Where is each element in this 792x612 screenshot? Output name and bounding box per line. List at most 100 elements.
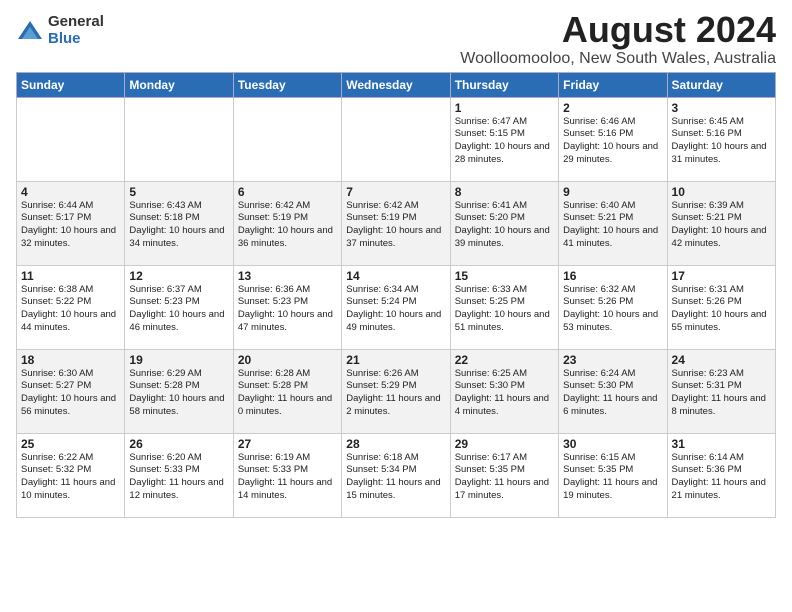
day-number: 27 bbox=[238, 437, 337, 451]
calendar-cell: 23Sunrise: 6:24 AM Sunset: 5:30 PM Dayli… bbox=[559, 349, 667, 433]
cell-content: Sunrise: 6:43 AM Sunset: 5:18 PM Dayligh… bbox=[129, 200, 228, 251]
cell-content: Sunrise: 6:41 AM Sunset: 5:20 PM Dayligh… bbox=[455, 200, 554, 251]
cell-content: Sunrise: 6:42 AM Sunset: 5:19 PM Dayligh… bbox=[238, 200, 337, 251]
calendar-cell bbox=[233, 97, 341, 181]
calendar-cell: 2Sunrise: 6:46 AM Sunset: 5:16 PM Daylig… bbox=[559, 97, 667, 181]
cell-content: Sunrise: 6:34 AM Sunset: 5:24 PM Dayligh… bbox=[346, 284, 445, 335]
header-friday: Friday bbox=[559, 72, 667, 97]
header-saturday: Saturday bbox=[667, 72, 775, 97]
calendar-cell: 1Sunrise: 6:47 AM Sunset: 5:15 PM Daylig… bbox=[450, 97, 558, 181]
calendar-cell: 16Sunrise: 6:32 AM Sunset: 5:26 PM Dayli… bbox=[559, 265, 667, 349]
cell-content: Sunrise: 6:39 AM Sunset: 5:21 PM Dayligh… bbox=[672, 200, 771, 251]
cell-content: Sunrise: 6:40 AM Sunset: 5:21 PM Dayligh… bbox=[563, 200, 662, 251]
day-number: 10 bbox=[672, 185, 771, 199]
day-number: 21 bbox=[346, 353, 445, 367]
day-number: 17 bbox=[672, 269, 771, 283]
header-monday: Monday bbox=[125, 72, 233, 97]
calendar-cell: 4Sunrise: 6:44 AM Sunset: 5:17 PM Daylig… bbox=[17, 181, 125, 265]
header-tuesday: Tuesday bbox=[233, 72, 341, 97]
page: General Blue August 2024 Woolloomooloo, … bbox=[0, 0, 792, 524]
cell-content: Sunrise: 6:23 AM Sunset: 5:31 PM Dayligh… bbox=[672, 368, 771, 419]
calendar-cell bbox=[125, 97, 233, 181]
cell-content: Sunrise: 6:46 AM Sunset: 5:16 PM Dayligh… bbox=[563, 116, 662, 167]
day-number: 3 bbox=[672, 101, 771, 115]
cell-content: Sunrise: 6:14 AM Sunset: 5:36 PM Dayligh… bbox=[672, 452, 771, 503]
calendar-cell: 9Sunrise: 6:40 AM Sunset: 5:21 PM Daylig… bbox=[559, 181, 667, 265]
cell-content: Sunrise: 6:17 AM Sunset: 5:35 PM Dayligh… bbox=[455, 452, 554, 503]
header-sunday: Sunday bbox=[17, 72, 125, 97]
calendar-cell: 31Sunrise: 6:14 AM Sunset: 5:36 PM Dayli… bbox=[667, 433, 775, 517]
calendar-cell: 5Sunrise: 6:43 AM Sunset: 5:18 PM Daylig… bbox=[125, 181, 233, 265]
cell-content: Sunrise: 6:31 AM Sunset: 5:26 PM Dayligh… bbox=[672, 284, 771, 335]
day-number: 2 bbox=[563, 101, 662, 115]
calendar-cell: 17Sunrise: 6:31 AM Sunset: 5:26 PM Dayli… bbox=[667, 265, 775, 349]
cell-content: Sunrise: 6:18 AM Sunset: 5:34 PM Dayligh… bbox=[346, 452, 445, 503]
day-number: 7 bbox=[346, 185, 445, 199]
week-row-1: 1Sunrise: 6:47 AM Sunset: 5:15 PM Daylig… bbox=[17, 97, 776, 181]
cell-content: Sunrise: 6:15 AM Sunset: 5:35 PM Dayligh… bbox=[563, 452, 662, 503]
cell-content: Sunrise: 6:29 AM Sunset: 5:28 PM Dayligh… bbox=[129, 368, 228, 419]
header-row: SundayMondayTuesdayWednesdayThursdayFrid… bbox=[17, 72, 776, 97]
cell-content: Sunrise: 6:36 AM Sunset: 5:23 PM Dayligh… bbox=[238, 284, 337, 335]
cell-content: Sunrise: 6:44 AM Sunset: 5:17 PM Dayligh… bbox=[21, 200, 120, 251]
calendar-cell: 20Sunrise: 6:28 AM Sunset: 5:28 PM Dayli… bbox=[233, 349, 341, 433]
calendar-cell bbox=[342, 97, 450, 181]
calendar-cell: 15Sunrise: 6:33 AM Sunset: 5:25 PM Dayli… bbox=[450, 265, 558, 349]
calendar-cell: 21Sunrise: 6:26 AM Sunset: 5:29 PM Dayli… bbox=[342, 349, 450, 433]
week-row-3: 11Sunrise: 6:38 AM Sunset: 5:22 PM Dayli… bbox=[17, 265, 776, 349]
calendar-cell: 6Sunrise: 6:42 AM Sunset: 5:19 PM Daylig… bbox=[233, 181, 341, 265]
cell-content: Sunrise: 6:38 AM Sunset: 5:22 PM Dayligh… bbox=[21, 284, 120, 335]
day-number: 30 bbox=[563, 437, 662, 451]
day-number: 23 bbox=[563, 353, 662, 367]
calendar-cell: 30Sunrise: 6:15 AM Sunset: 5:35 PM Dayli… bbox=[559, 433, 667, 517]
calendar-cell: 7Sunrise: 6:42 AM Sunset: 5:19 PM Daylig… bbox=[342, 181, 450, 265]
cell-content: Sunrise: 6:28 AM Sunset: 5:28 PM Dayligh… bbox=[238, 368, 337, 419]
header: General Blue August 2024 Woolloomooloo, … bbox=[16, 10, 776, 68]
cell-content: Sunrise: 6:47 AM Sunset: 5:15 PM Dayligh… bbox=[455, 116, 554, 167]
calendar-cell: 25Sunrise: 6:22 AM Sunset: 5:32 PM Dayli… bbox=[17, 433, 125, 517]
calendar-cell: 22Sunrise: 6:25 AM Sunset: 5:30 PM Dayli… bbox=[450, 349, 558, 433]
logo-text: General Blue bbox=[48, 14, 104, 47]
cell-content: Sunrise: 6:19 AM Sunset: 5:33 PM Dayligh… bbox=[238, 452, 337, 503]
header-wednesday: Wednesday bbox=[342, 72, 450, 97]
day-number: 13 bbox=[238, 269, 337, 283]
cell-content: Sunrise: 6:26 AM Sunset: 5:29 PM Dayligh… bbox=[346, 368, 445, 419]
day-number: 11 bbox=[21, 269, 120, 283]
day-number: 16 bbox=[563, 269, 662, 283]
calendar-cell: 10Sunrise: 6:39 AM Sunset: 5:21 PM Dayli… bbox=[667, 181, 775, 265]
day-number: 1 bbox=[455, 101, 554, 115]
title-block: August 2024 Woolloomooloo, New South Wal… bbox=[460, 10, 776, 68]
day-number: 29 bbox=[455, 437, 554, 451]
logo-blue: Blue bbox=[48, 31, 104, 48]
week-row-5: 25Sunrise: 6:22 AM Sunset: 5:32 PM Dayli… bbox=[17, 433, 776, 517]
cell-content: Sunrise: 6:37 AM Sunset: 5:23 PM Dayligh… bbox=[129, 284, 228, 335]
header-thursday: Thursday bbox=[450, 72, 558, 97]
day-number: 5 bbox=[129, 185, 228, 199]
calendar-cell: 28Sunrise: 6:18 AM Sunset: 5:34 PM Dayli… bbox=[342, 433, 450, 517]
day-number: 12 bbox=[129, 269, 228, 283]
calendar-cell: 3Sunrise: 6:45 AM Sunset: 5:16 PM Daylig… bbox=[667, 97, 775, 181]
cell-content: Sunrise: 6:42 AM Sunset: 5:19 PM Dayligh… bbox=[346, 200, 445, 251]
cell-content: Sunrise: 6:30 AM Sunset: 5:27 PM Dayligh… bbox=[21, 368, 120, 419]
calendar-cell: 19Sunrise: 6:29 AM Sunset: 5:28 PM Dayli… bbox=[125, 349, 233, 433]
week-row-4: 18Sunrise: 6:30 AM Sunset: 5:27 PM Dayli… bbox=[17, 349, 776, 433]
calendar-cell bbox=[17, 97, 125, 181]
calendar-cell: 13Sunrise: 6:36 AM Sunset: 5:23 PM Dayli… bbox=[233, 265, 341, 349]
logo-icon bbox=[16, 17, 44, 45]
cell-content: Sunrise: 6:25 AM Sunset: 5:30 PM Dayligh… bbox=[455, 368, 554, 419]
calendar-cell: 8Sunrise: 6:41 AM Sunset: 5:20 PM Daylig… bbox=[450, 181, 558, 265]
cell-content: Sunrise: 6:22 AM Sunset: 5:32 PM Dayligh… bbox=[21, 452, 120, 503]
calendar-cell: 11Sunrise: 6:38 AM Sunset: 5:22 PM Dayli… bbox=[17, 265, 125, 349]
main-title: August 2024 bbox=[460, 10, 776, 50]
calendar-cell: 12Sunrise: 6:37 AM Sunset: 5:23 PM Dayli… bbox=[125, 265, 233, 349]
day-number: 22 bbox=[455, 353, 554, 367]
day-number: 6 bbox=[238, 185, 337, 199]
day-number: 28 bbox=[346, 437, 445, 451]
day-number: 14 bbox=[346, 269, 445, 283]
calendar-cell: 14Sunrise: 6:34 AM Sunset: 5:24 PM Dayli… bbox=[342, 265, 450, 349]
calendar-cell: 27Sunrise: 6:19 AM Sunset: 5:33 PM Dayli… bbox=[233, 433, 341, 517]
day-number: 31 bbox=[672, 437, 771, 451]
week-row-2: 4Sunrise: 6:44 AM Sunset: 5:17 PM Daylig… bbox=[17, 181, 776, 265]
cell-content: Sunrise: 6:32 AM Sunset: 5:26 PM Dayligh… bbox=[563, 284, 662, 335]
day-number: 9 bbox=[563, 185, 662, 199]
